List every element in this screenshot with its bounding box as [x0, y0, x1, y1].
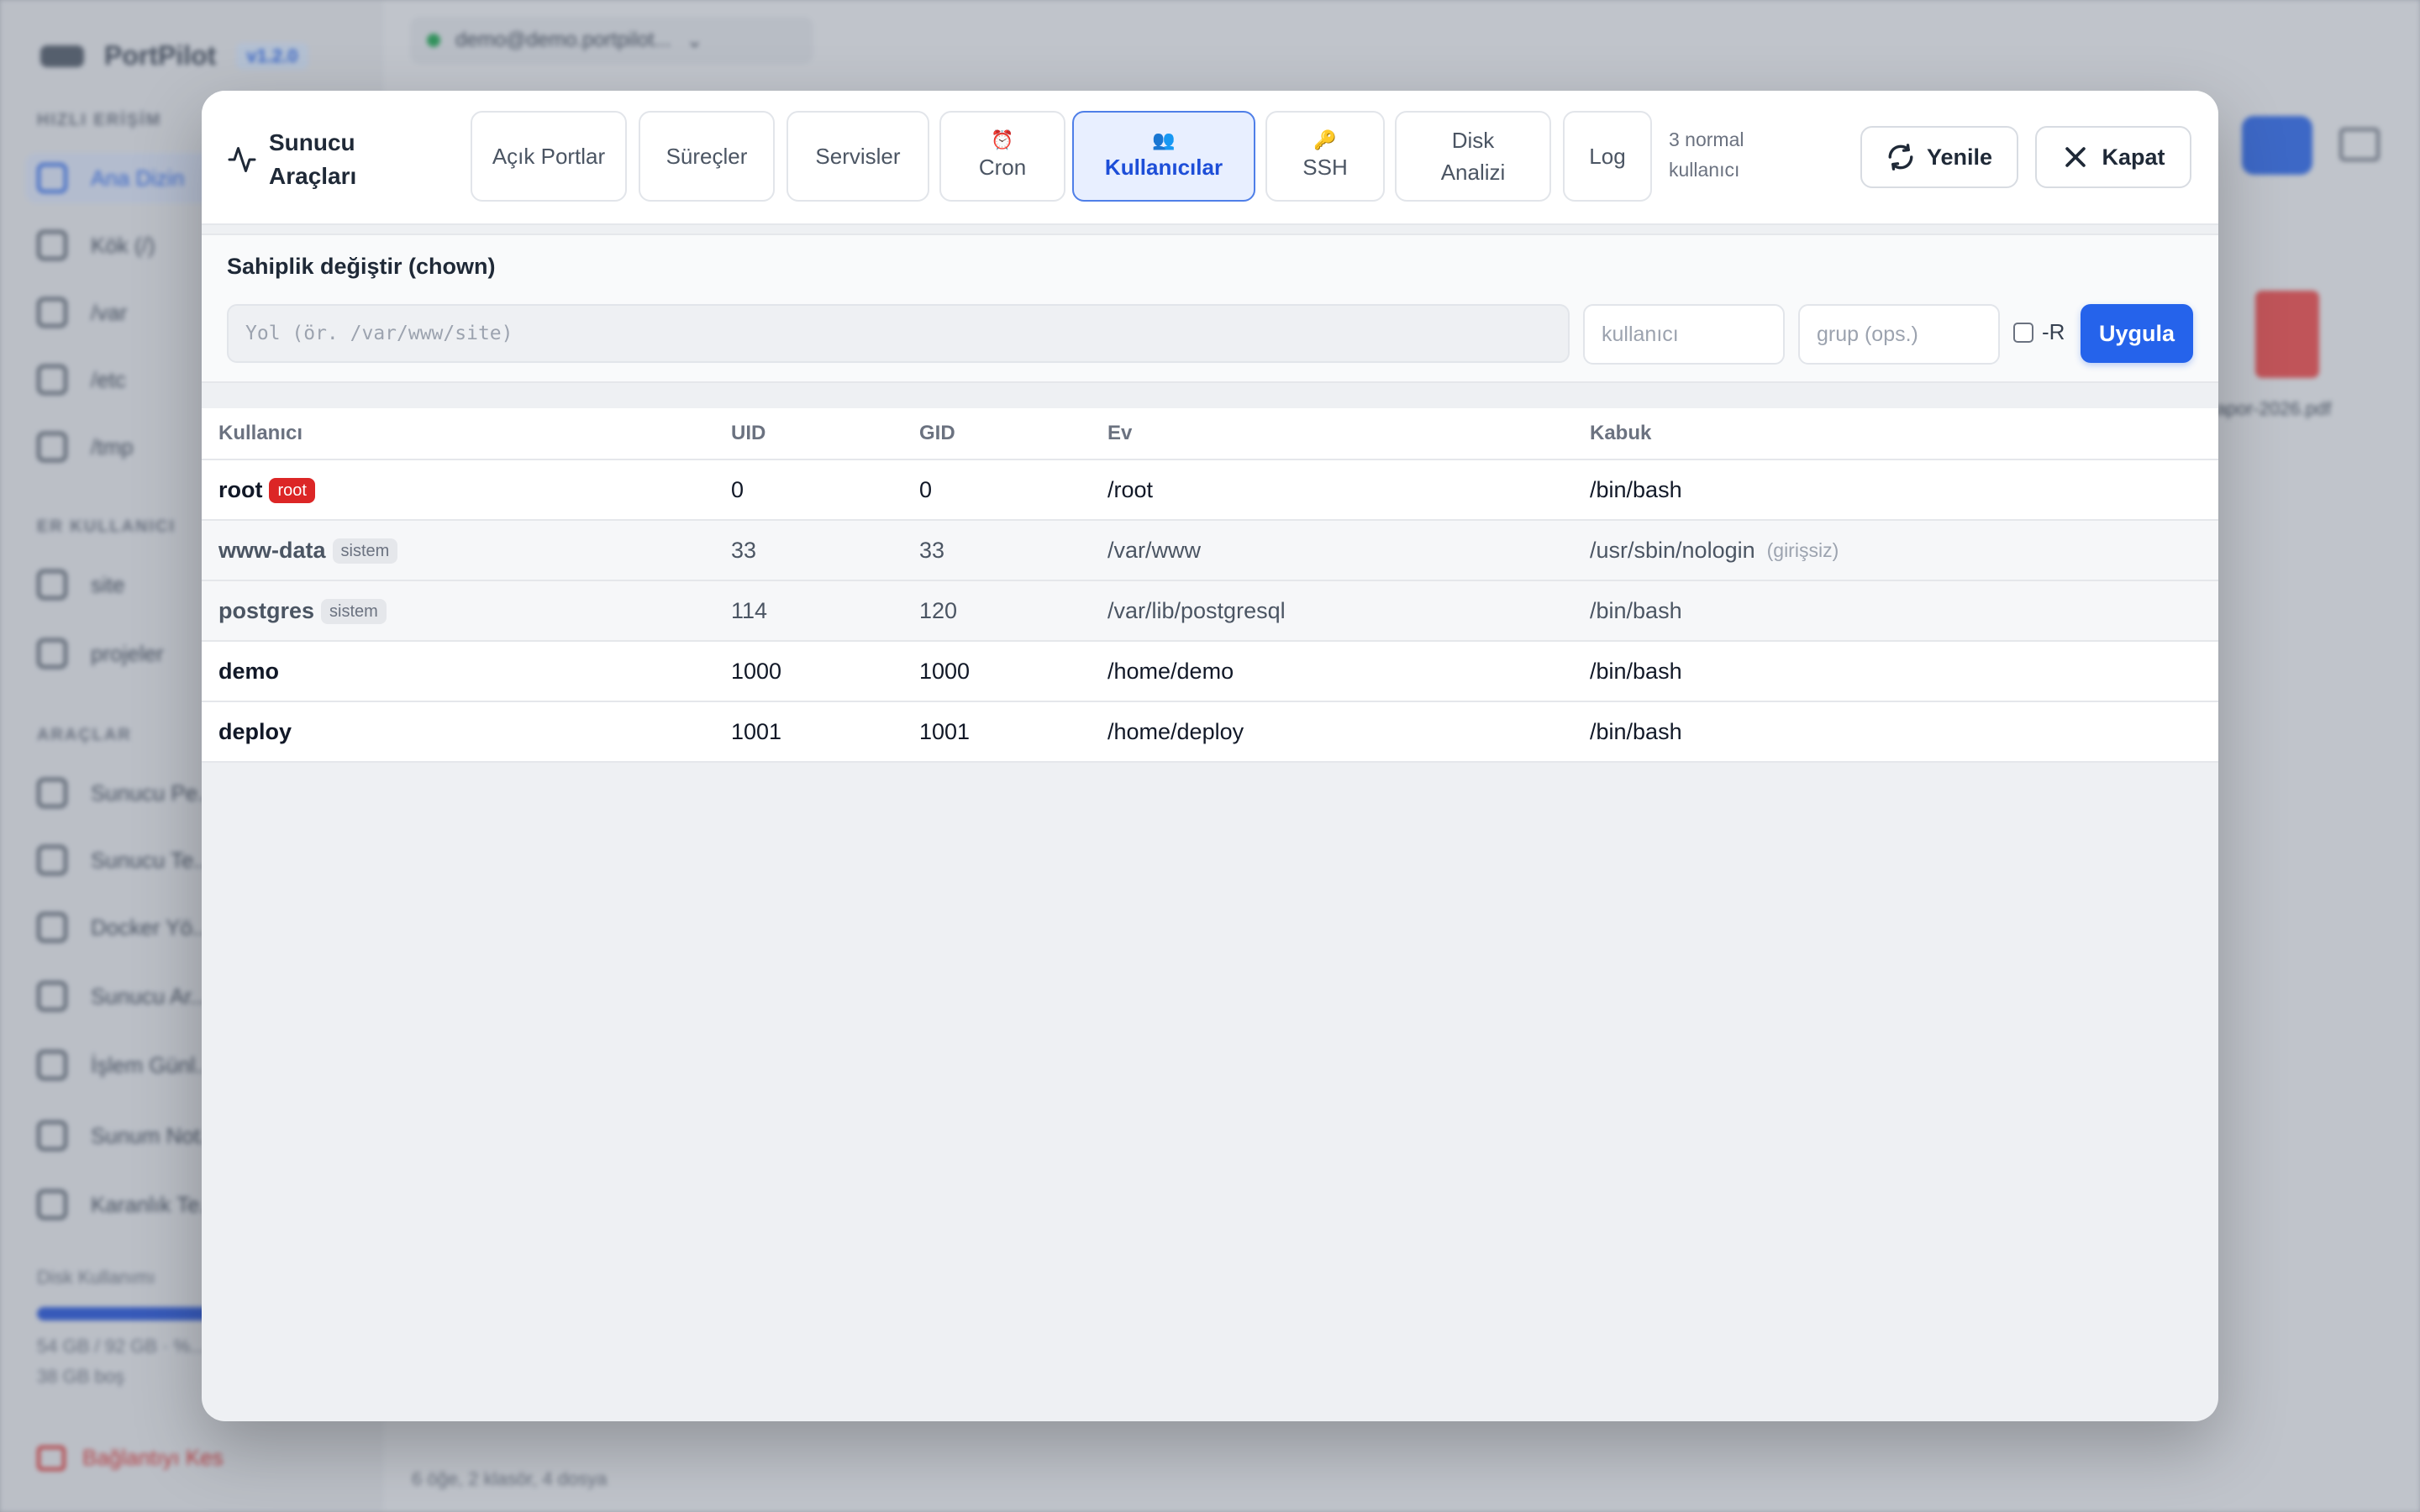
column-header-gid: GID — [919, 422, 955, 444]
uid-cell: 33 — [731, 538, 757, 563]
key-icon: 🔑 — [1313, 129, 1337, 150]
column-header-user: Kullanıcı — [218, 422, 303, 444]
home-cell: /var/lib/postgresql — [1107, 598, 1286, 623]
gid-cell: 120 — [919, 598, 958, 623]
user-count-text: 3 normal kullanıcı — [1669, 129, 1744, 181]
tab-services[interactable]: Servisler — [786, 111, 929, 202]
tab-label: Disk Analizi — [1440, 128, 1506, 185]
tab-ssh[interactable]: 🔑 SSH — [1265, 111, 1385, 202]
recursive-checkbox[interactable]: -R — [2013, 319, 2065, 345]
server-tools-modal: Sunucu Araçları Açık Portlar Süreçler Se… — [202, 91, 2218, 1421]
chown-title: Sahiplik değiştir (chown) — [227, 254, 496, 279]
table-row: demo 1000 1000 /home/demo /bin/bash — [202, 642, 2218, 702]
tab-label: Servisler — [815, 144, 901, 169]
tab-log[interactable]: Log — [1563, 111, 1652, 202]
shell-cell: /bin/bash — [1590, 598, 1682, 623]
gid-cell: 33 — [919, 538, 945, 563]
home-cell: /home/deploy — [1107, 719, 1244, 744]
tab-label: SSH — [1302, 155, 1348, 180]
checkbox-icon[interactable] — [2013, 322, 2033, 343]
table-row: root root 0 0 /root /bin/bash — [202, 460, 2218, 521]
user-name-cell: postgres sistem — [218, 598, 387, 624]
tab-cron[interactable]: ⏰ Cron — [939, 111, 1065, 202]
shell-cell: /bin/bash — [1590, 719, 1682, 744]
tab-processes[interactable]: Süreçler — [639, 111, 775, 202]
tab-label: Açık Portlar — [492, 144, 606, 169]
home-cell: /root — [1107, 477, 1154, 502]
user-name-cell: deploy — [218, 719, 292, 744]
shell-cell: /bin/bash — [1590, 659, 1682, 684]
user-name-cell: www-data sistem — [218, 538, 398, 564]
no-login-note: (girişsiz) — [1766, 539, 1839, 561]
tab-label: Kullanıcılar — [1104, 155, 1223, 180]
user-name-cell: demo — [218, 659, 280, 684]
chown-group-input[interactable] — [1798, 304, 2000, 365]
tab-users[interactable]: 👥 Kullanıcılar — [1072, 111, 1255, 202]
uid-cell: 114 — [731, 598, 768, 623]
system-badge: sistem — [321, 598, 387, 624]
root-badge: root — [269, 477, 315, 503]
modal-title: Sunucu Araçları — [269, 129, 357, 189]
column-header-shell: Kabuk — [1590, 422, 1652, 444]
uid-cell: 1001 — [731, 719, 782, 744]
home-cell: /home/demo — [1107, 659, 1234, 684]
shell-cell: /bin/bash — [1590, 477, 1682, 502]
users-icon: 👥 — [1152, 129, 1176, 150]
tab-label: Süreçler — [666, 144, 748, 169]
uid-cell: 0 — [731, 477, 744, 502]
modal-title-wrap: Sunucu Araçları — [227, 126, 395, 193]
chown-path-input[interactable] — [227, 304, 1570, 363]
table-header-row: Kullanıcı UID GID Ev Kabuk — [202, 408, 2218, 460]
chown-user-input[interactable] — [1583, 304, 1785, 365]
chown-apply-button[interactable]: Uygula — [2081, 304, 2193, 363]
refresh-button[interactable]: Yenile — [1860, 126, 2018, 188]
system-badge: sistem — [332, 538, 398, 564]
gid-cell: 0 — [919, 477, 933, 502]
users-table: Kullanıcı UID GID Ev Kabuk root root 0 0 … — [202, 408, 2218, 763]
column-header-home: Ev — [1107, 422, 1133, 444]
home-cell: /var/www — [1107, 538, 1202, 563]
user-name-cell: root root — [218, 477, 315, 503]
table-row: postgres sistem 114 120 /var/lib/postgres… — [202, 581, 2218, 642]
close-icon — [2065, 147, 2086, 167]
column-header-uid: UID — [731, 422, 766, 444]
table-row: www-data sistem 33 33 /var/www /usr/sbin/… — [202, 521, 2218, 581]
tab-disk-analysis[interactable]: Disk Analizi — [1395, 111, 1551, 202]
refresh-icon — [1888, 144, 1913, 171]
alarm-clock-icon: ⏰ — [991, 129, 1014, 150]
tab-label: Cron — [978, 155, 1027, 180]
gid-cell: 1001 — [919, 719, 971, 744]
tab-label: Log — [1589, 144, 1626, 169]
tab-open-ports[interactable]: Açık Portlar — [471, 111, 627, 202]
shell-cell: /usr/sbin/nologin (girişsiz) — [1590, 538, 1839, 563]
activity-icon — [228, 147, 256, 172]
chown-panel: Sahiplik değiştir (chown) -R Uygula — [202, 234, 2218, 383]
gid-cell: 1000 — [919, 659, 971, 684]
table-row: deploy 1001 1001 /home/deploy /bin/bash — [202, 702, 2218, 763]
uid-cell: 1000 — [731, 659, 782, 684]
modal-header: Sunucu Araçları Açık Portlar Süreçler Se… — [202, 91, 2218, 225]
close-button[interactable]: Kapat — [2035, 126, 2191, 188]
